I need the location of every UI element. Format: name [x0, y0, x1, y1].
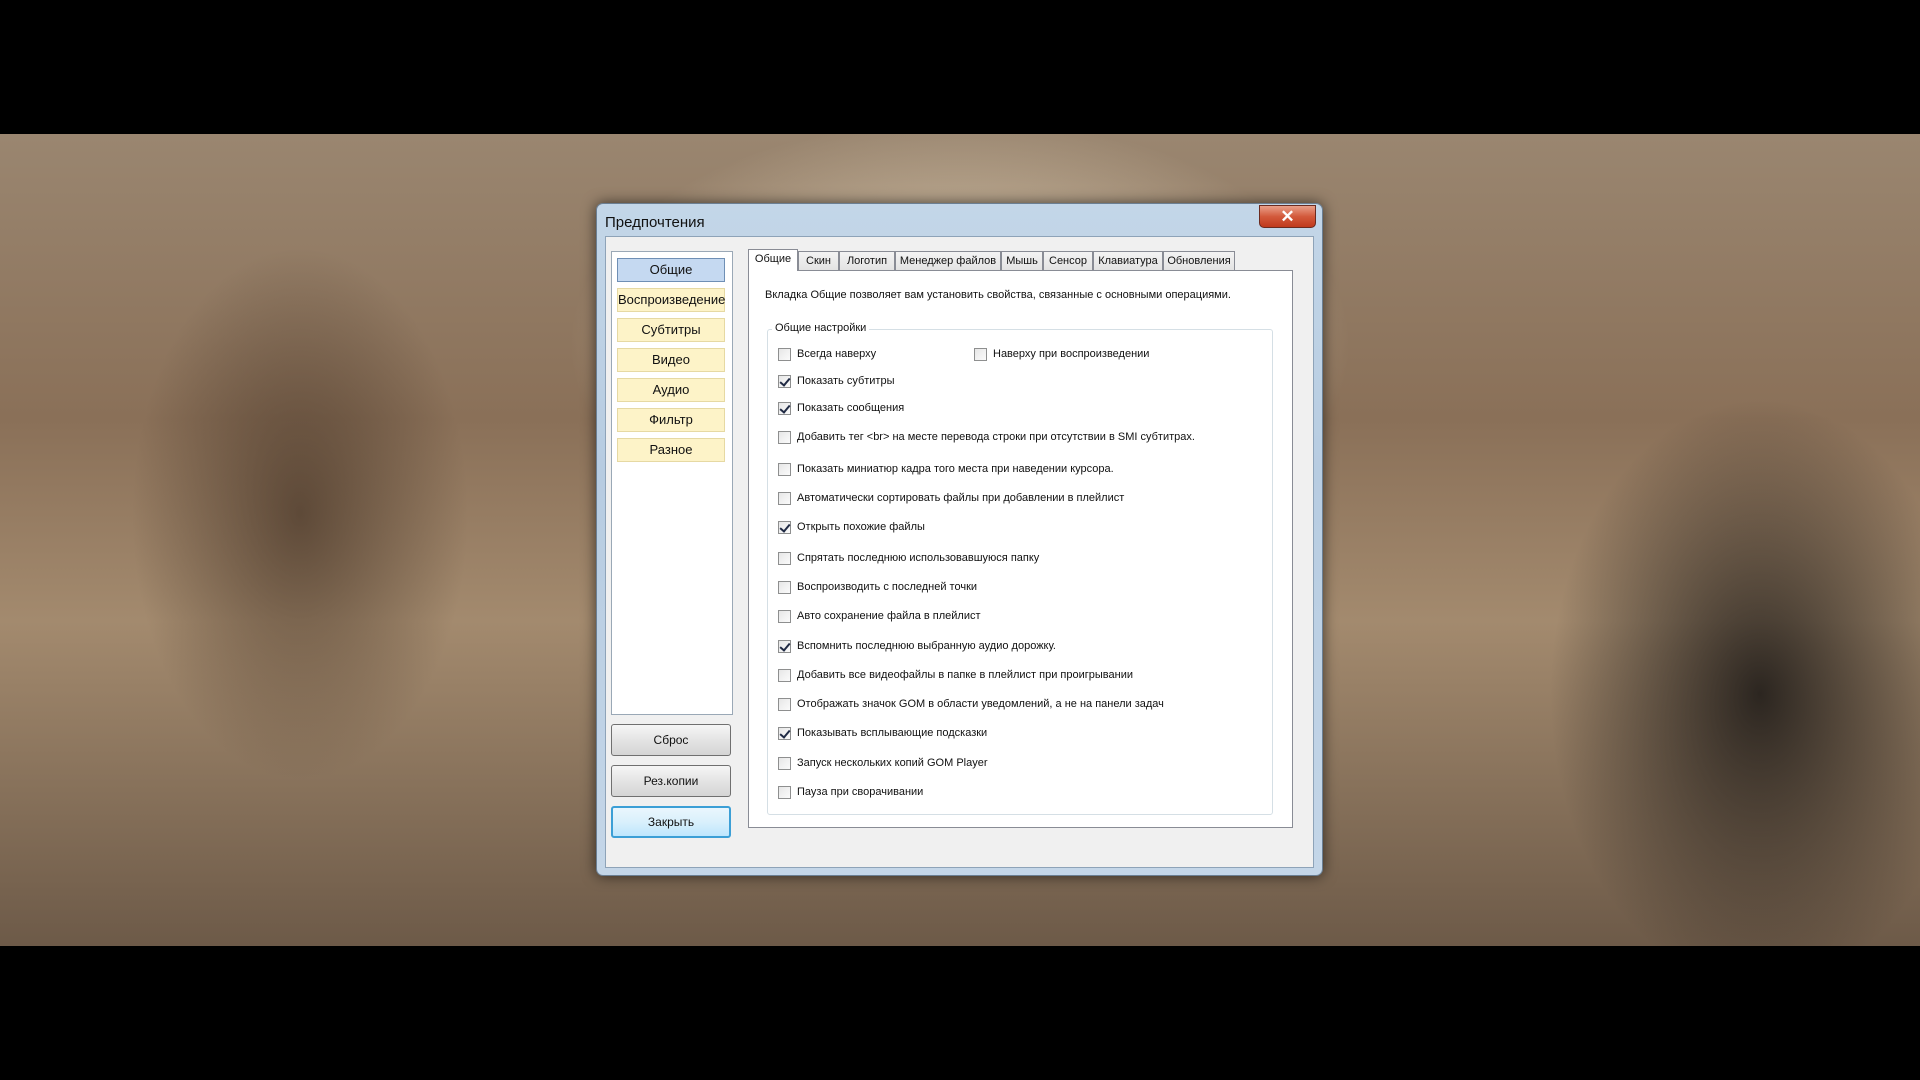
option-label: Добавить все видеофайлы в папке в плейли… — [797, 669, 1133, 681]
option-label: Наверху при воспроизведении — [993, 348, 1150, 360]
general-tab-panel: Вкладка Общие позволяет вам установить с… — [748, 270, 1293, 828]
option-label: Отображать значок GOM в области уведомле… — [797, 698, 1164, 710]
option-label: Авто сохранение файла в плейлист — [797, 610, 981, 622]
option-label: Всегда наверху — [797, 348, 877, 360]
option-label: Показать сообщения — [797, 402, 905, 414]
checkbox-unchecked[interactable] — [778, 698, 791, 711]
option-label: Добавить тег <br> на месте перевода стро… — [797, 431, 1195, 443]
checkbox-checked[interactable] — [778, 640, 791, 653]
checkmark-icon — [779, 375, 791, 387]
category-audio[interactable]: Аудио — [617, 378, 725, 402]
category-general[interactable]: Общие — [617, 258, 725, 282]
category-misc[interactable]: Разное — [617, 438, 725, 462]
checkbox-checked[interactable] — [778, 402, 791, 415]
close-window-button[interactable]: ✕ — [1259, 205, 1316, 228]
checkmark-icon — [779, 521, 791, 533]
preferences-dialog: Предпочтения ✕ Общие Воспроизведение Суб… — [596, 203, 1323, 876]
checkbox-unchecked[interactable] — [974, 348, 987, 361]
category-video[interactable]: Видео — [617, 348, 725, 372]
tab-mouse[interactable]: Мышь — [1001, 251, 1043, 270]
close-icon: ✕ — [1280, 207, 1295, 226]
option-label: Показать миниатюр кадра того места при н… — [797, 463, 1114, 475]
category-subtitles[interactable]: Субтитры — [617, 318, 725, 342]
reset-button[interactable]: Сброс — [611, 724, 731, 756]
option-label: Открыть похожие файлы — [797, 521, 925, 533]
tab-updates[interactable]: Обновления — [1163, 251, 1235, 270]
letterbox-bottom — [0, 946, 1920, 1080]
checkbox-checked[interactable] — [778, 521, 791, 534]
tab-skin[interactable]: Скин — [798, 251, 839, 270]
checkbox-unchecked[interactable] — [778, 492, 791, 505]
tab-sensor[interactable]: Сенсор — [1043, 251, 1093, 270]
tab-description: Вкладка Общие позволяет вам установить с… — [765, 289, 1231, 301]
checkbox-unchecked[interactable] — [778, 463, 791, 476]
checkbox-unchecked[interactable] — [778, 581, 791, 594]
tab-logo[interactable]: Логотип — [839, 251, 895, 270]
backup-button[interactable]: Рез.копии — [611, 765, 731, 797]
checkbox-unchecked[interactable] — [778, 786, 791, 799]
category-playback[interactable]: Воспроизведение — [617, 288, 725, 312]
checkmark-icon — [779, 402, 791, 414]
checkbox-unchecked[interactable] — [778, 552, 791, 565]
checkbox-unchecked[interactable] — [778, 757, 791, 770]
dialog-title: Предпочтения — [605, 214, 705, 231]
category-filter[interactable]: Фильтр — [617, 408, 725, 432]
tab-general[interactable]: Общие — [748, 249, 798, 271]
option-label: Пауза при сворачивании — [797, 786, 924, 798]
category-list: Общие Воспроизведение Субтитры Видео Ауд… — [611, 251, 733, 715]
checkbox-unchecked[interactable] — [778, 431, 791, 444]
option-label: Запуск нескольких копий GOM Player — [797, 757, 988, 769]
option-label: Спрятать последнюю использовавшуюся папк… — [797, 552, 1040, 564]
option-label: Автоматически сортировать файлы при доба… — [797, 492, 1125, 504]
checkmark-icon — [779, 727, 791, 739]
option-label: Воспроизводить с последней точки — [797, 581, 978, 593]
group-title: Общие настройки — [772, 322, 870, 334]
option-label: Вспомнить последнюю выбранную аудио доро… — [797, 640, 1056, 652]
tab-keyboard[interactable]: Клавиатура — [1093, 251, 1163, 270]
tab-file-manager[interactable]: Менеджер файлов — [895, 251, 1001, 270]
checkbox-unchecked[interactable] — [778, 348, 791, 361]
close-button[interactable]: Закрыть — [611, 806, 731, 838]
dialog-client-area: Общие Воспроизведение Субтитры Видео Ауд… — [605, 236, 1314, 868]
general-settings-group: Общие настройки Всегда наверху Наверху пр… — [767, 322, 1273, 815]
checkbox-unchecked[interactable] — [778, 610, 791, 623]
letterbox-top — [0, 0, 1920, 134]
checkbox-checked[interactable] — [778, 375, 791, 388]
checkbox-unchecked[interactable] — [778, 669, 791, 682]
option-label: Показывать всплывающие подсказки — [797, 727, 988, 739]
checkbox-checked[interactable] — [778, 727, 791, 740]
checkmark-icon — [779, 640, 791, 652]
option-label: Показать субтитры — [797, 375, 895, 387]
